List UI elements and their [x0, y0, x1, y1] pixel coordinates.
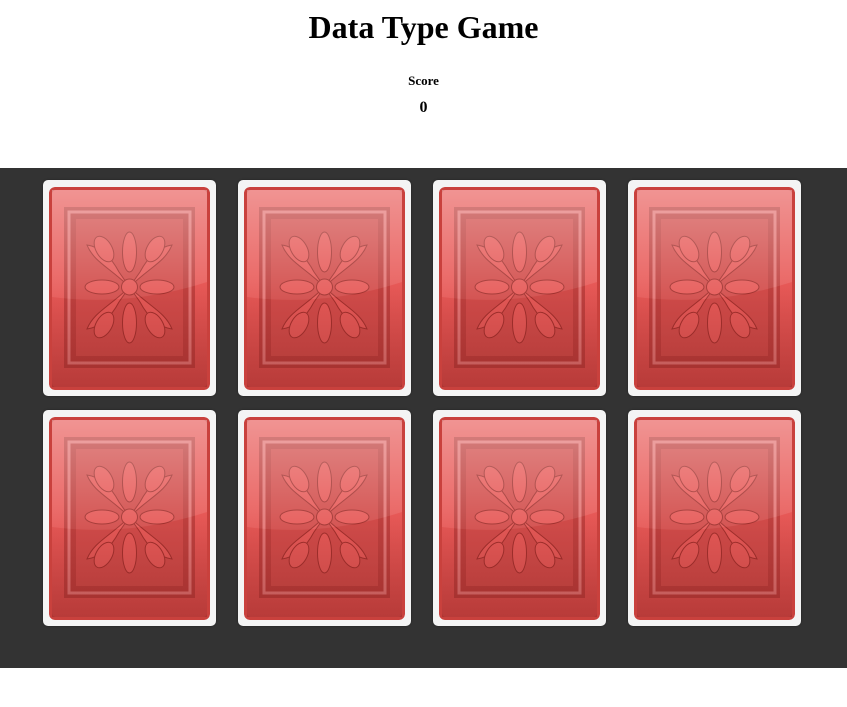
card[interactable] [628, 410, 801, 626]
card[interactable] [238, 180, 411, 396]
card[interactable] [433, 180, 606, 396]
card-back [439, 417, 600, 620]
card[interactable] [238, 410, 411, 626]
card-back [49, 417, 210, 620]
score-value: 0 [419, 99, 428, 116]
card-back [439, 187, 600, 390]
card[interactable] [43, 410, 216, 626]
card-back [634, 187, 795, 390]
card-back [634, 417, 795, 620]
game-board [0, 168, 847, 668]
card[interactable] [43, 180, 216, 396]
card-back [244, 417, 405, 620]
card[interactable] [628, 180, 801, 396]
card-back [49, 187, 210, 390]
page-title: Data Type Game [308, 9, 539, 45]
score-label: Score [408, 73, 439, 88]
card[interactable] [433, 410, 606, 626]
card-back [244, 187, 405, 390]
